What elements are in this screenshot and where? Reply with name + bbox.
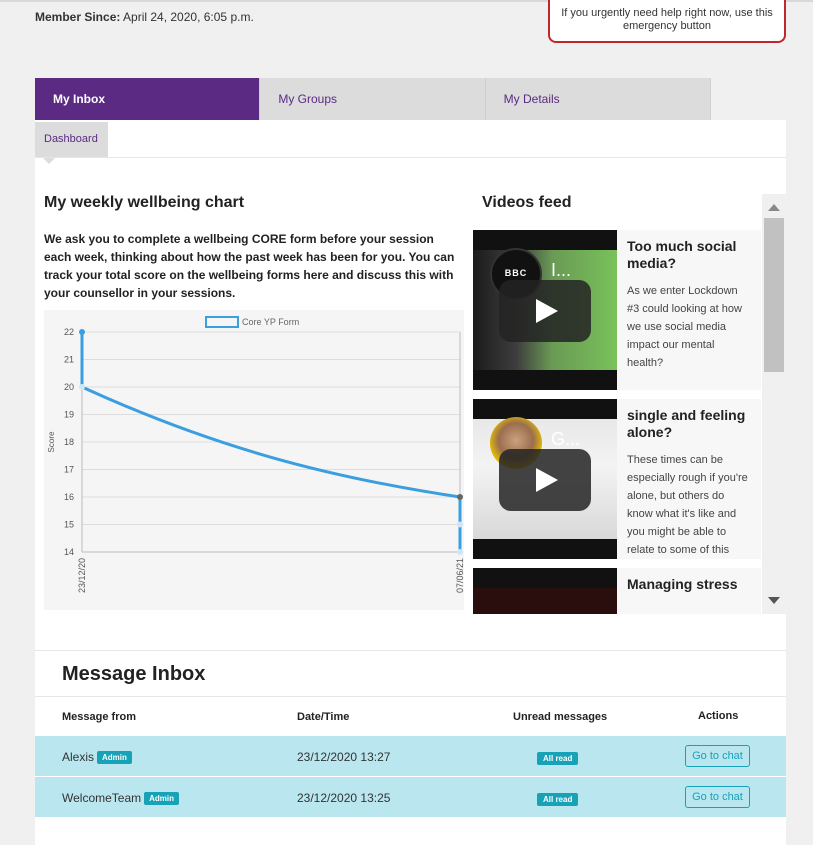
tab-my-groups[interactable]: My Groups bbox=[260, 78, 486, 120]
inbox-table-header: Message from Date/Time Unread messages A… bbox=[35, 697, 786, 736]
play-icon[interactable] bbox=[499, 280, 591, 342]
message-inbox-title: Message Inbox bbox=[62, 663, 206, 685]
video-thumbnail[interactable]: G... bbox=[473, 399, 617, 559]
data-point bbox=[79, 329, 85, 335]
y-axis-label: Score bbox=[47, 431, 56, 452]
y-tick-label: 16 bbox=[64, 492, 74, 502]
emergency-button[interactable]: If you urgently need help right now, use… bbox=[548, 0, 786, 43]
data-point bbox=[457, 494, 463, 500]
table-row: Alexis Admin 23/12/2020 13:27 All read Go… bbox=[35, 736, 786, 776]
all-read-badge: All read bbox=[537, 793, 579, 806]
wellbeing-chart: 14 15 16 17 18 19 20 21 22 23/12/20 07/06/21 Score C… bbox=[44, 310, 465, 610]
video-info: Too much social media? As we enter Lockd… bbox=[617, 230, 761, 390]
videos-feed: Videos feed BBC I... Too much social med… bbox=[473, 194, 786, 614]
y-tick-label: 17 bbox=[64, 465, 74, 475]
y-tick-label: 15 bbox=[64, 520, 74, 530]
play-icon[interactable] bbox=[499, 449, 591, 511]
subtab-dashboard[interactable]: Dashboard bbox=[35, 122, 108, 164]
scroll-down-icon[interactable] bbox=[768, 597, 780, 604]
video-item[interactable]: Managing stress bbox=[473, 568, 761, 614]
video-item[interactable]: BBC I... Too much social media? As we en… bbox=[473, 230, 761, 399]
y-tick-label: 19 bbox=[64, 410, 74, 420]
scrollbar-thumb[interactable] bbox=[764, 218, 784, 372]
unread-status: All read bbox=[537, 750, 579, 765]
video-list: BBC I... Too much social media? As we en… bbox=[473, 230, 761, 614]
message-datetime: 23/12/2020 13:25 bbox=[297, 791, 391, 805]
wellbeing-chart-svg: 14 15 16 17 18 19 20 21 22 23/12/20 07/06/21 Score C… bbox=[47, 316, 465, 593]
x-tick-label: 23/12/20 bbox=[77, 558, 87, 593]
video-thumbnail[interactable] bbox=[473, 568, 617, 614]
divider bbox=[35, 157, 786, 158]
main-panel: Dashboard My weekly wellbeing chart We a… bbox=[35, 120, 786, 845]
all-read-badge: All read bbox=[537, 752, 579, 765]
tab-my-details[interactable]: My Details bbox=[485, 78, 711, 120]
channel-avatar-text: BBC bbox=[504, 268, 528, 278]
video-title[interactable]: single and feeling alone? bbox=[627, 407, 751, 441]
data-point bbox=[79, 384, 85, 390]
wellbeing-chart-description: We ask you to complete a wellbeing CORE … bbox=[44, 232, 455, 300]
go-to-chat-button[interactable]: Go to chat bbox=[685, 745, 750, 767]
divider bbox=[35, 650, 786, 651]
emergency-text: If you urgently need help right now, use… bbox=[561, 7, 773, 32]
video-description: These times can be especially rough if y… bbox=[627, 454, 748, 556]
column-header: Unread messages bbox=[513, 711, 608, 723]
member-since: Member Since: April 24, 2020, 6:05 p.m. bbox=[35, 10, 254, 24]
video-item[interactable]: G... single and feeling alone? These tim… bbox=[473, 399, 761, 568]
column-header: Actions bbox=[698, 710, 739, 722]
sender-name: WelcomeTeam bbox=[62, 791, 142, 805]
video-thumbnail-title: I... bbox=[551, 260, 572, 280]
video-title[interactable]: Managing stress bbox=[627, 576, 751, 593]
videos-feed-title: Videos feed bbox=[482, 194, 572, 211]
wellbeing-chart-title: My weekly wellbeing chart bbox=[44, 194, 245, 211]
legend-label: Core YP Form bbox=[242, 317, 299, 327]
sender-name: Alexis bbox=[62, 750, 95, 764]
column-header: Message from bbox=[62, 711, 136, 723]
admin-badge: Admin bbox=[97, 751, 132, 764]
y-tick-label: 22 bbox=[64, 327, 74, 337]
video-thumbnail-image bbox=[473, 588, 617, 614]
video-info: single and feeling alone? These times ca… bbox=[617, 399, 761, 559]
message-from: Alexis Admin bbox=[62, 750, 132, 764]
x-tick-label: 07/06/21 bbox=[455, 558, 464, 593]
video-thumbnail[interactable]: BBC I... bbox=[473, 230, 617, 390]
legend-swatch bbox=[205, 316, 239, 328]
member-since-label: Member Since: bbox=[35, 10, 121, 24]
member-since-value: April 24, 2020, 6:05 p.m. bbox=[120, 10, 254, 24]
admin-badge: Admin bbox=[144, 792, 180, 805]
y-tick-label: 14 bbox=[64, 547, 74, 557]
y-tick-label: 21 bbox=[64, 355, 74, 365]
column-header: Date/Time bbox=[297, 711, 350, 723]
message-datetime: 23/12/2020 13:27 bbox=[297, 750, 391, 764]
video-description: As we enter Lockdown #3 could looking at… bbox=[627, 285, 742, 369]
video-thumbnail-title: G... bbox=[551, 429, 581, 449]
subtab-dashboard-label: Dashboard bbox=[44, 133, 98, 145]
unread-status: All read bbox=[537, 791, 579, 806]
go-to-chat-button[interactable]: Go to chat bbox=[685, 786, 750, 808]
tab-my-inbox[interactable]: My Inbox bbox=[35, 78, 261, 126]
y-tick-label: 18 bbox=[64, 437, 74, 447]
video-info: Managing stress bbox=[617, 568, 761, 614]
main-tabs: My Inbox My Groups My Details bbox=[35, 78, 711, 126]
data-point bbox=[457, 549, 463, 555]
y-tick-label: 20 bbox=[64, 382, 74, 392]
videos-scrollbar[interactable] bbox=[762, 194, 786, 614]
data-point bbox=[457, 521, 463, 528]
table-row: WelcomeTeam Admin 23/12/2020 13:25 All re… bbox=[35, 777, 786, 817]
video-title[interactable]: Too much social media? bbox=[627, 238, 751, 272]
message-from: WelcomeTeam Admin bbox=[62, 791, 180, 805]
scroll-up-icon[interactable] bbox=[768, 204, 780, 211]
